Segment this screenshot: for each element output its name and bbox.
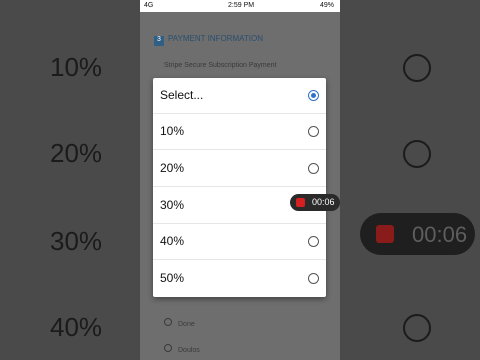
zoomed-radio-icon xyxy=(403,140,431,168)
radio-icon xyxy=(164,344,172,352)
zoomed-recorder-time: 00:06 xyxy=(412,222,468,247)
radio-icon[interactable] xyxy=(308,126,319,137)
page-option-label: Done xyxy=(178,321,195,328)
zoomed-radio-icon xyxy=(403,314,431,342)
zoomed-label-40: 40% xyxy=(50,312,103,342)
screen-recorder-badge[interactable]: 00:06 xyxy=(290,194,340,211)
page-option-label: Doulos xyxy=(178,347,200,354)
zoomed-label-10: 10% xyxy=(50,52,103,82)
status-time: 2:59 PM xyxy=(228,2,255,9)
record-stop-icon xyxy=(296,198,305,207)
network-indicator: 4G xyxy=(144,2,154,9)
zoomed-radio-icon xyxy=(403,54,431,82)
dialog-option-40[interactable]: 40% xyxy=(153,224,326,260)
recorder-time: 00:06 xyxy=(312,197,335,207)
option-label: 30% xyxy=(160,198,185,212)
section-number: 3 xyxy=(154,36,164,46)
section-header: 3 PAYMENT INFORMATION xyxy=(154,34,263,46)
dialog-option-select[interactable]: Select... xyxy=(153,78,326,114)
page-option-done[interactable]: Done xyxy=(164,318,195,328)
option-label: Select... xyxy=(160,88,204,102)
status-bar: 4G 2:59 PM 49% xyxy=(140,0,340,12)
zoomed-record-icon xyxy=(376,225,394,243)
select-dialog: Select... 10% 20% 30% 40% 50% xyxy=(153,78,326,297)
zoomed-recorder-badge: 00:06 xyxy=(360,213,475,255)
option-label: 50% xyxy=(160,271,185,285)
payment-line: Stripe Secure Subscription Payment xyxy=(164,62,277,69)
zoomed-left-panel: 10% 20% 30% 40% xyxy=(0,0,140,360)
zoomed-label-20: 20% xyxy=(50,138,103,168)
dialog-option-20[interactable]: 20% xyxy=(153,151,326,187)
section-title: PAYMENT INFORMATION xyxy=(168,34,263,43)
battery-level: 49% xyxy=(319,2,334,9)
dialog-option-50[interactable]: 50% xyxy=(153,261,326,297)
radio-icon[interactable] xyxy=(308,273,319,284)
page-option-doulos[interactable]: Doulos xyxy=(164,344,200,354)
dialog-option-10[interactable]: 10% xyxy=(153,114,326,150)
radio-icon xyxy=(164,318,172,326)
radio-icon[interactable] xyxy=(308,163,319,174)
option-label: 10% xyxy=(160,124,185,138)
option-label: 20% xyxy=(160,161,185,175)
option-label: 40% xyxy=(160,234,185,248)
zoomed-right-panel xyxy=(328,0,480,360)
radio-icon[interactable] xyxy=(308,236,319,247)
zoomed-label-30: 30% xyxy=(50,226,103,256)
radio-selected-icon[interactable] xyxy=(308,90,319,101)
